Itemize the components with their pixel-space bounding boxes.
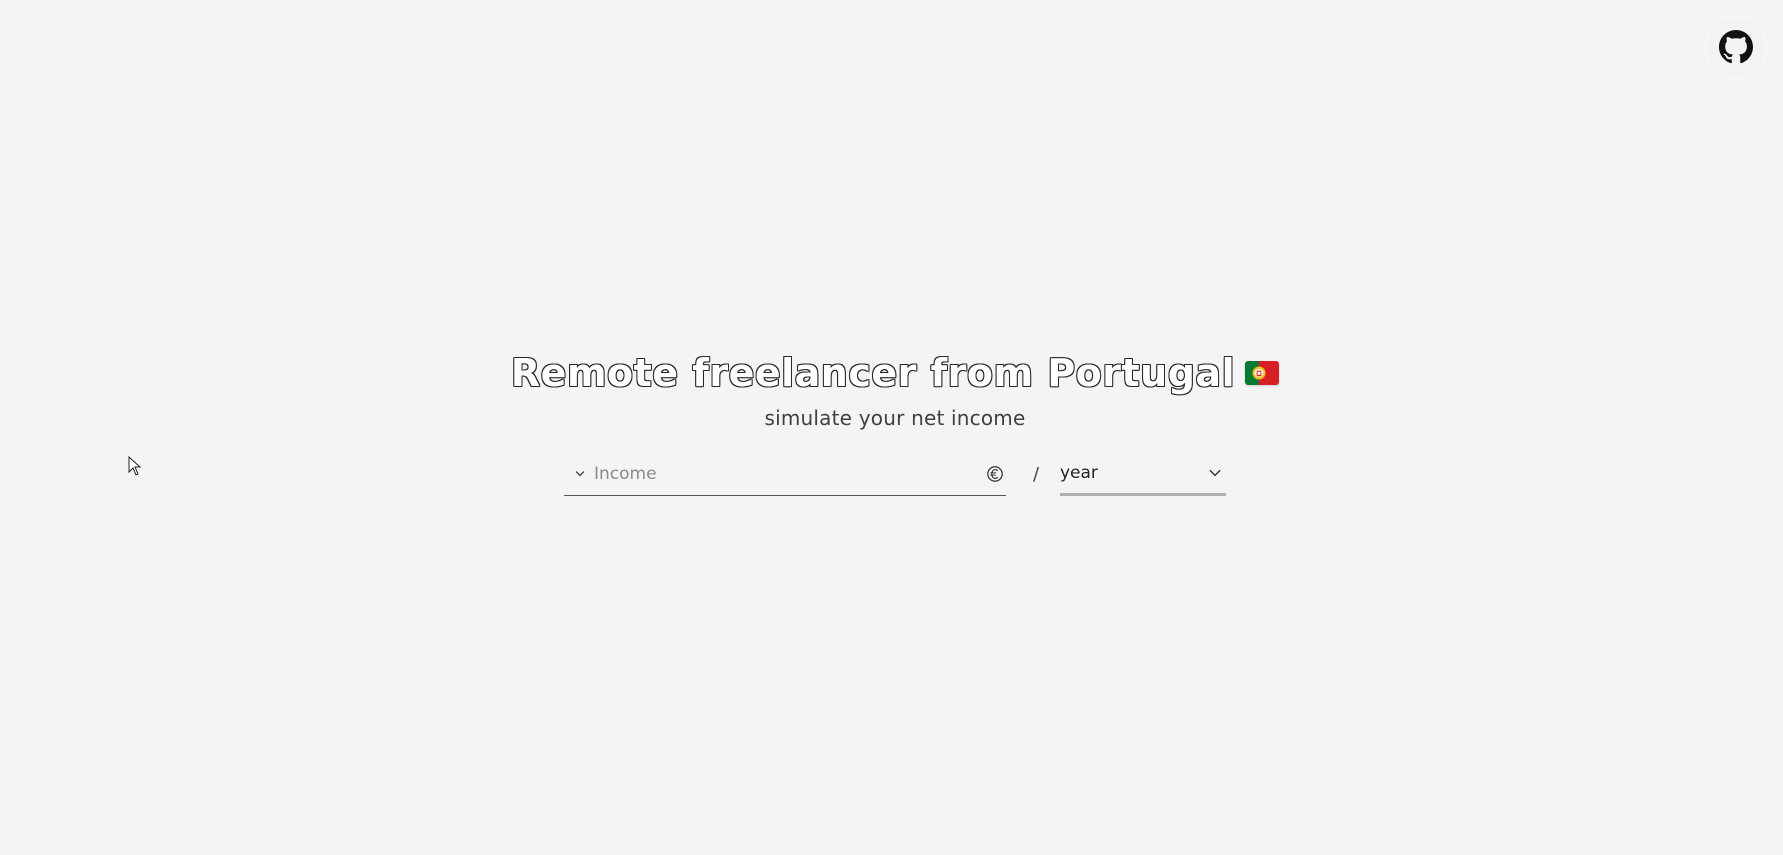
title-row: Remote freelancer from Portugal	[511, 350, 1280, 396]
period-selected-value: year	[1060, 462, 1098, 483]
income-form: / year	[564, 452, 1226, 496]
chevron-down-icon[interactable]	[570, 464, 590, 484]
income-input[interactable]	[592, 452, 985, 495]
github-icon	[1719, 30, 1753, 64]
income-field[interactable]	[564, 452, 1006, 496]
hero-section: Remote freelancer from Portugal simulate…	[511, 350, 1280, 496]
github-link[interactable]	[1706, 17, 1766, 77]
page-subtitle: simulate your net income	[764, 406, 1026, 430]
page-title: Remote freelancer from Portugal	[510, 351, 1236, 395]
mouse-cursor-icon	[128, 455, 142, 476]
euro-icon	[985, 464, 1005, 484]
portugal-flag-icon	[1245, 361, 1280, 385]
chevron-down-icon	[1205, 463, 1225, 483]
period-separator: /	[1032, 463, 1040, 485]
period-select[interactable]: year	[1060, 452, 1226, 496]
